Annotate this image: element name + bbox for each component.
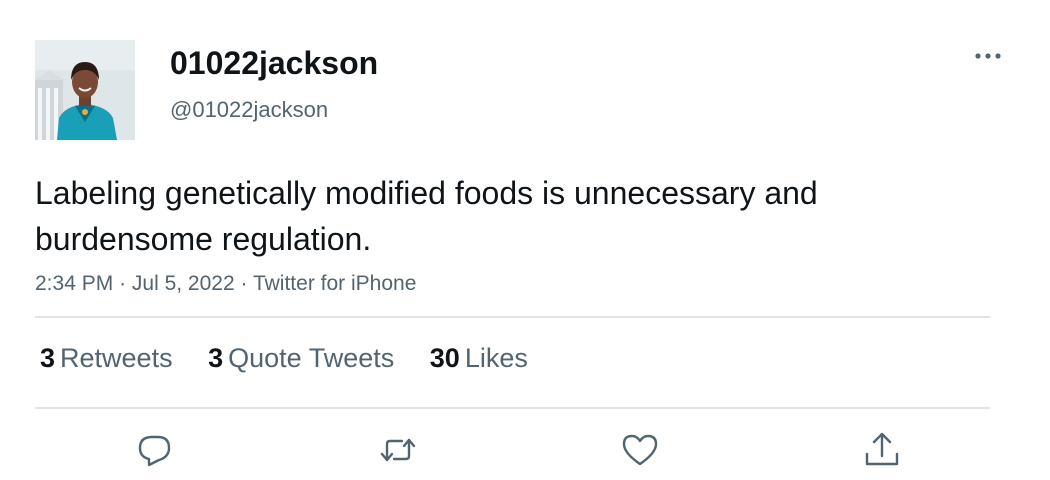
like-button[interactable] <box>620 430 660 470</box>
retweets-label: Retweets <box>60 343 173 373</box>
more-horizontal-icon <box>975 53 1001 59</box>
heart-icon <box>622 434 658 466</box>
quote-tweets-stat[interactable]: 3 Quote Tweets <box>208 341 394 375</box>
tweet-text: Labeling genetically modified foods is u… <box>35 175 818 257</box>
quote-tweets-label: Quote Tweets <box>228 343 395 373</box>
share-button[interactable] <box>862 430 902 470</box>
tweet-date[interactable]: Jul 5, 2022 <box>132 272 235 295</box>
share-icon <box>865 432 899 466</box>
tweet-meta: 2:34 PM · Jul 5, 2022 · Twitter for iPho… <box>35 270 416 298</box>
likes-stat[interactable]: 30 Likes <box>430 341 528 375</box>
retweets-stat[interactable]: 3 Retweets <box>40 341 173 375</box>
reply-button[interactable] <box>135 430 175 470</box>
retweet-button[interactable] <box>378 430 418 470</box>
likes-count: 30 <box>429 343 460 373</box>
user-handle[interactable]: @01022jackson <box>170 96 328 124</box>
likes-label: Likes <box>464 343 528 373</box>
more-options-button[interactable] <box>968 42 1008 70</box>
retweets-count: 3 <box>40 343 56 373</box>
quote-tweets-count: 3 <box>208 343 224 373</box>
divider <box>35 407 990 409</box>
tweet-source[interactable]: Twitter for iPhone <box>253 272 416 295</box>
avatar-image <box>35 40 135 140</box>
display-name[interactable]: 01022jackson <box>170 44 378 82</box>
tweet-card: 01022jackson @01022jackson Labeling gene… <box>0 0 1050 480</box>
divider <box>35 316 990 318</box>
meta-separator: · <box>119 272 127 295</box>
tweet-time[interactable]: 2:34 PM <box>35 272 113 295</box>
engagement-stats: 3 Retweets 3 Quote Tweets 30 Likes <box>40 341 556 375</box>
retweet-icon <box>380 438 416 462</box>
reply-icon <box>138 435 171 467</box>
avatar[interactable] <box>35 40 135 140</box>
meta-separator: · <box>240 272 248 295</box>
